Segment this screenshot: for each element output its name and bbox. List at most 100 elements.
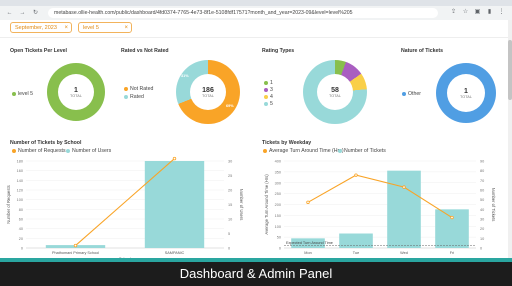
y-left-tick-label: 80 [19, 208, 23, 212]
y-right-tick-label: 70 [480, 179, 484, 183]
rated-title: Rated vs Not Rated [121, 48, 169, 54]
back-icon[interactable]: ← [6, 10, 13, 17]
y-right-tick-label: 50 [480, 198, 484, 202]
legend-rating-3: 3 [264, 87, 273, 93]
y-right-tick-label: 25 [228, 174, 232, 178]
y-right-tick-label: 80 [480, 169, 484, 173]
line-point [354, 173, 358, 177]
bar [435, 209, 469, 248]
filter-bar: September, 2023 × level 5 × [0, 20, 512, 38]
rating-types-total-label: TOTAL [329, 93, 341, 98]
clear-level-icon[interactable]: × [124, 23, 128, 33]
sidebar-icon[interactable]: ▮ [486, 9, 493, 16]
y-right-tick-label: 60 [480, 189, 484, 193]
by-school-chart: 0 20 40 60 80 100 120 140 160 180 0 5 10 15 20 25 30 Numb… [6, 156, 244, 261]
legend-tat-swatch [263, 149, 267, 153]
browser-window: ← → ↻ metabase.ollie-health.com/public/d… [0, 0, 512, 262]
y-left-tick-label: 400 [275, 160, 281, 164]
open-tickets-title: Open Tickets Per Level [10, 48, 67, 54]
nature-center: 1 TOTAL [447, 74, 485, 112]
level-filter-value: level 5 [83, 25, 99, 31]
open-tickets-total: 1 [74, 86, 78, 94]
month-filter-value: September, 2023 [15, 25, 57, 31]
y-right-tick-label: 20 [228, 189, 232, 193]
nature-total-label: TOTAL [460, 94, 472, 99]
y-left-tick-label: 20 [19, 237, 23, 241]
legend-rating-3-label: 3 [270, 87, 273, 93]
url-bar[interactable]: metabase.ollie-health.com/public/dashboa… [48, 8, 438, 18]
series-line [307, 174, 453, 219]
legend-requests-label: Number of Requests [18, 148, 66, 154]
legend-users-label: Number of Users [72, 148, 112, 154]
legend-not-rated: Not Rated [124, 86, 153, 92]
expected-line-label: Expected Turn Around Time [286, 241, 333, 245]
y-left-tick-label: 140 [17, 179, 23, 183]
y-right-tick-label: 5 [228, 232, 230, 236]
y-left-tick-label: 150 [275, 214, 281, 218]
scrollbar-thumb[interactable] [508, 40, 512, 100]
nature-title: Nature of Tickets [401, 48, 443, 54]
rating-types-donut: 58 TOTAL [303, 60, 367, 124]
legend-other: Other [402, 91, 421, 97]
y-right-tick-label: 20 [480, 227, 484, 231]
y-left-tick-label: 100 [17, 198, 23, 202]
screenshot-frame: ← → ↻ metabase.ollie-health.com/public/d… [0, 0, 512, 286]
legend-rating-1-label: 1 [270, 80, 273, 86]
legend-requests: Number of Requests [12, 148, 66, 154]
by-school-title: Number of Tickets by School [10, 140, 82, 146]
legend-rated: Rated [124, 94, 144, 100]
star-icon[interactable]: ☆ [462, 9, 469, 16]
by-weekday-title: Tickets by Weekday [262, 140, 312, 146]
x-tick-label: Phathomani Primary School [52, 251, 99, 255]
legend-tickets: Number of Tickets [338, 148, 386, 154]
rated-donut: 186 TOTAL 31% 69% [176, 60, 240, 124]
y-left-axis-title: Average Turn Around Time (Hrs) [264, 174, 269, 235]
y-right-tick-label: 30 [480, 218, 484, 222]
y-right-tick-label: 30 [228, 160, 232, 164]
x-tick-label: Tue [353, 251, 359, 255]
rated-total: 186 [202, 86, 214, 94]
legend-rating-3-swatch [264, 88, 268, 92]
line-point [450, 215, 454, 220]
legend-rating-4-label: 4 [270, 94, 273, 100]
forward-icon[interactable]: → [19, 10, 26, 17]
rating-types-center: 58 TOTAL [317, 74, 353, 110]
x-tick-label: Wed [400, 251, 408, 255]
legend-rated-swatch [124, 95, 128, 99]
legend-rating-4: 4 [264, 94, 273, 100]
legend-users: Number of Users [66, 148, 111, 154]
y-left-tick-label: 100 [275, 225, 281, 229]
legend-other-swatch [402, 92, 406, 96]
caption: Dashboard & Admin Panel [0, 262, 512, 286]
legend-users-swatch [66, 149, 70, 153]
y-right-tick-label: 10 [228, 218, 232, 222]
y-left-tick-label: 120 [17, 189, 23, 193]
legend-level5-label: level 5 [18, 91, 33, 97]
legend-rating-5-label: 5 [270, 101, 273, 107]
legend-level5: level 5 [12, 91, 33, 97]
legend-rating-1: 1 [264, 80, 273, 86]
y-right-tick-label: 10 [480, 237, 484, 241]
legend-rating-4-swatch [264, 95, 268, 99]
extensions-icon[interactable]: ▣ [474, 9, 481, 16]
share-icon[interactable]: ⇪ [450, 9, 457, 16]
menu-icon[interactable]: ⋮ [498, 9, 505, 16]
line-point [172, 156, 177, 161]
clear-month-icon[interactable]: × [64, 23, 68, 33]
legend-not-rated-label: Not Rated [130, 86, 154, 92]
not-rated-pct-label: 69% [226, 104, 234, 108]
bar [144, 161, 205, 248]
by-weekday-chart: 0 50 100 150 200 250 300 350 400 0 10 20 30 40 50 60 70 8… [264, 160, 496, 256]
y-left-tick-label: 350 [275, 170, 281, 174]
x-tick-label: Mon [304, 251, 311, 255]
y-left-tick-label: 180 [17, 160, 23, 164]
y-left-tick-label: 250 [275, 192, 281, 196]
legend-not-rated-swatch [124, 87, 128, 91]
line-point [402, 185, 406, 189]
month-filter[interactable]: September, 2023 × [10, 22, 72, 33]
y-left-tick-label: 300 [275, 181, 281, 185]
reload-icon[interactable]: ↻ [32, 10, 39, 17]
open-tickets-total-label: TOTAL [70, 93, 82, 98]
legend-tat: Average Turn Around Time (Hrs) [263, 148, 344, 154]
level-filter[interactable]: level 5 × [78, 22, 132, 33]
